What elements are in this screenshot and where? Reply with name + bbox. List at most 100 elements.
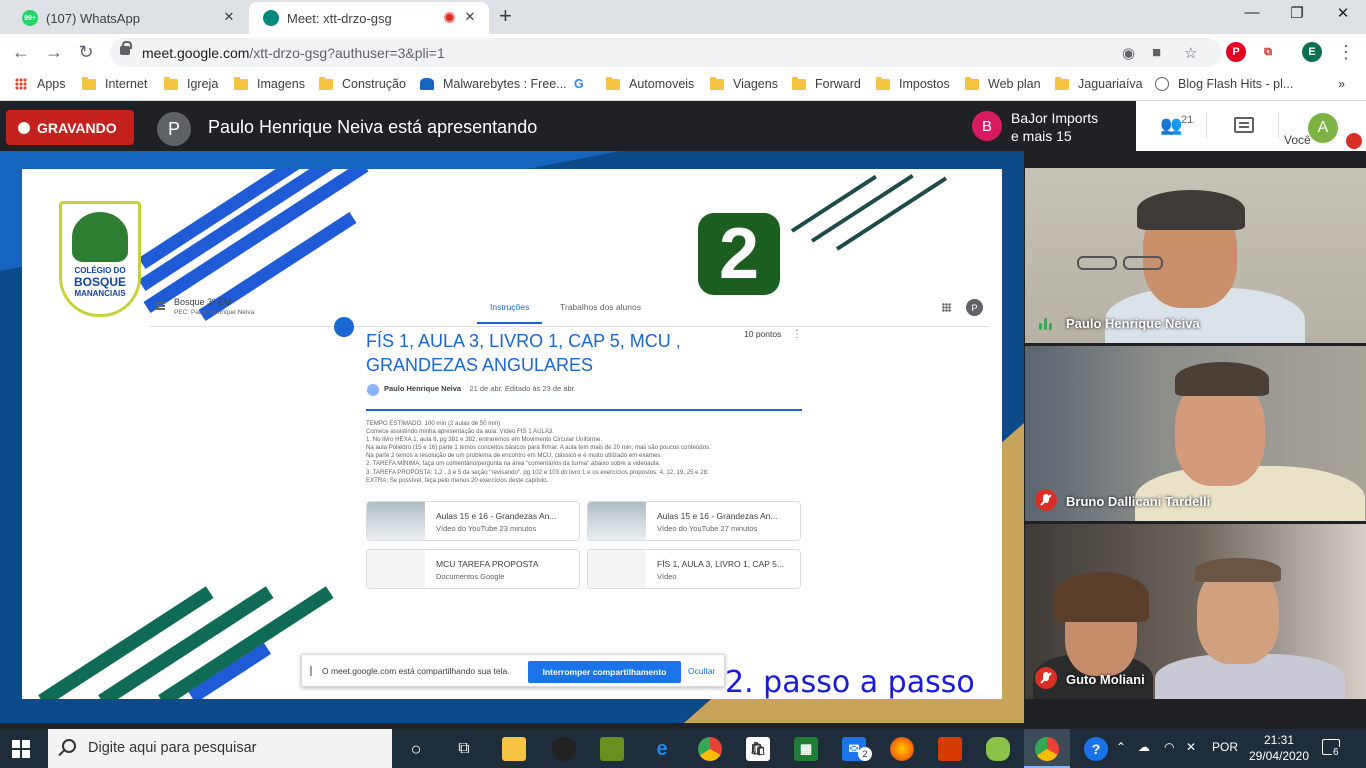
close-tab-icon[interactable]: ✕ [461, 9, 479, 25]
new-tab-button[interactable]: + [499, 5, 512, 27]
bookmark-automoveis[interactable]: Automoveis [606, 76, 695, 91]
whatsapp-icon: 99+ [22, 10, 38, 26]
task-view-icon[interactable]: ⧉ [452, 737, 476, 761]
folder-icon [1055, 76, 1069, 90]
participant-tile[interactable]: Bruno Dallicani Tardelli [1025, 346, 1366, 521]
store-icon[interactable]: 🛍 [746, 737, 770, 761]
bookmark-label: Viagens [733, 77, 778, 91]
media-app-icon[interactable] [552, 737, 576, 761]
wifi-icon[interactable]: ◠ [1164, 740, 1174, 754]
participant-count: 21 [1181, 114, 1194, 126]
course-subtitle: PEC: Paulo Henrique Neiva [174, 309, 255, 316]
bookmark-apps[interactable]: Apps [15, 77, 66, 91]
firefox-icon[interactable] [890, 737, 914, 761]
system-clock[interactable]: 21:31 29/04/2020 [1248, 732, 1310, 764]
chrome-icon[interactable] [698, 737, 722, 761]
video-figure [1053, 572, 1149, 622]
lock-icon [120, 41, 132, 55]
divider [366, 409, 802, 411]
step-number: 2 [698, 213, 780, 295]
cortana-icon[interactable]: ○ [404, 737, 428, 761]
close-window-button[interactable]: ✕ [1320, 4, 1366, 22]
recording-badge: GRAVANDO [6, 110, 134, 145]
self-label: Você [1284, 133, 1311, 147]
people-icon[interactable]: 👥 [1160, 115, 1182, 136]
camera-blocked-icon[interactable]: ◉ [1122, 44, 1135, 62]
bookmark-label: Jaguariaíva [1078, 77, 1143, 91]
pdf-icon[interactable]: ⧉ [1258, 42, 1278, 62]
paint-icon[interactable] [986, 737, 1010, 761]
profile-avatar[interactable]: E [1302, 42, 1322, 62]
participant-tile[interactable]: Guto Moliani [1025, 524, 1366, 699]
hide-share-bar-button[interactable]: Ocultar [688, 666, 715, 676]
presenter-status: Paulo Henrique Neiva está apresentando [208, 117, 538, 137]
bookmark-blog[interactable]: Blog Flash Hits - pl... [1155, 77, 1293, 91]
apps-grid-icon [15, 78, 27, 90]
folder-icon [965, 76, 979, 90]
close-tab-icon[interactable]: ✕ [220, 9, 238, 25]
screen: 99+ (107) WhatsApp ✕ Meet: xtt-drzo-gsg … [0, 0, 1366, 768]
bookmark-label: Igreja [187, 77, 219, 91]
bookmark-malwarebytes[interactable]: Malwarebytes : Free... [420, 77, 567, 91]
search-icon [62, 739, 76, 753]
bookmark-web-plan[interactable]: Web plan [965, 76, 1041, 91]
taskbar-search[interactable]: Digite aqui para pesquisar [48, 729, 392, 768]
attachment-subtitle: Vídeo [657, 572, 677, 581]
tab-whatsapp[interactable]: 99+ (107) WhatsApp ✕ [8, 2, 248, 34]
cloud-icon[interactable]: ☁ [1138, 740, 1150, 754]
stop-sharing-button[interactable]: Interromper compartilhamento [528, 661, 681, 683]
bookmark-star-icon[interactable]: ☆ [1184, 44, 1197, 62]
chrome-icon [1035, 737, 1059, 761]
chrome-active-taskbar-button[interactable] [1024, 729, 1070, 768]
chat-icon[interactable] [1234, 117, 1254, 133]
file-explorer-icon[interactable] [502, 737, 526, 761]
bookmark-forward[interactable]: Forward [792, 76, 861, 91]
sheets-icon[interactable]: ▦ [794, 737, 818, 761]
forward-button[interactable]: → [42, 41, 66, 63]
volume-muted-icon[interactable]: ✕ [1186, 740, 1196, 754]
address-bar[interactable]: meet.google.com/xtt-drzo-gsg?authuser=3&… [110, 38, 1222, 67]
attachment-card: MCU TAREFA PROPOSTA Documentos Google [366, 549, 580, 589]
camera-icon[interactable]: ■ [1152, 44, 1161, 61]
attachment-title: Aulas 15 e 16 - Grandezas An... [657, 511, 778, 521]
participant-summary-more: e mais 15 [1011, 128, 1072, 144]
office-icon[interactable] [938, 737, 962, 761]
bookmark-label: Construção [342, 77, 406, 91]
attachment-subtitle: Documentos Google [436, 572, 505, 581]
bookmark-viagens[interactable]: Viagens [710, 76, 778, 91]
assignment-icon [334, 317, 354, 337]
tray-expand-icon[interactable]: ⌃ [1116, 740, 1126, 754]
more-options-icon: ⋮ [792, 329, 802, 340]
pinterest-icon[interactable]: P [1226, 42, 1246, 62]
drag-handle-icon[interactable] [310, 666, 312, 676]
hamburger-menu-icon [156, 302, 165, 304]
bookmark-impostos[interactable]: Impostos [876, 76, 950, 91]
edge-icon[interactable]: e [650, 737, 674, 761]
folder-icon [234, 76, 248, 90]
divider [1206, 113, 1207, 139]
google-icon[interactable]: G [574, 77, 584, 91]
other-participants-chip[interactable]: B BaJor Imports e mais 15 [964, 101, 1136, 151]
bookmark-label: Automoveis [629, 77, 695, 91]
recording-label: GRAVANDO [37, 119, 117, 136]
bookmark-jaguariaiva[interactable]: Jaguariaíva [1055, 76, 1143, 91]
minimize-button[interactable]: — [1229, 4, 1275, 21]
bookmark-internet[interactable]: Internet [82, 76, 147, 91]
reload-button[interactable]: ↻ [74, 41, 98, 63]
tab-meet[interactable]: Meet: xtt-drzo-gsg ✕ [249, 2, 489, 34]
more-bookmarks-icon[interactable]: » [1338, 77, 1345, 91]
maximize-button[interactable]: ❐ [1274, 4, 1320, 22]
folder-icon [164, 76, 178, 90]
presentation-stage: COLÉGIO DO BOSQUE MANANCIAIS 2 Bosque 3º E… [0, 151, 1024, 723]
back-button[interactable]: ← [9, 41, 33, 63]
self-avatar[interactable]: A [1308, 113, 1338, 143]
menu-icon[interactable]: ⋮ [1334, 41, 1358, 63]
windows-start-icon[interactable] [12, 740, 30, 758]
participant-tile[interactable]: Paulo Henrique Neiva [1025, 168, 1366, 343]
language-indicator[interactable]: POR [1212, 740, 1238, 754]
help-icon[interactable]: ? [1084, 737, 1108, 761]
bookmark-construcao[interactable]: Construção [319, 76, 406, 91]
minecraft-icon[interactable] [600, 737, 624, 761]
bookmark-imagens[interactable]: Imagens [234, 76, 305, 91]
bookmark-igreja[interactable]: Igreja [164, 76, 219, 91]
